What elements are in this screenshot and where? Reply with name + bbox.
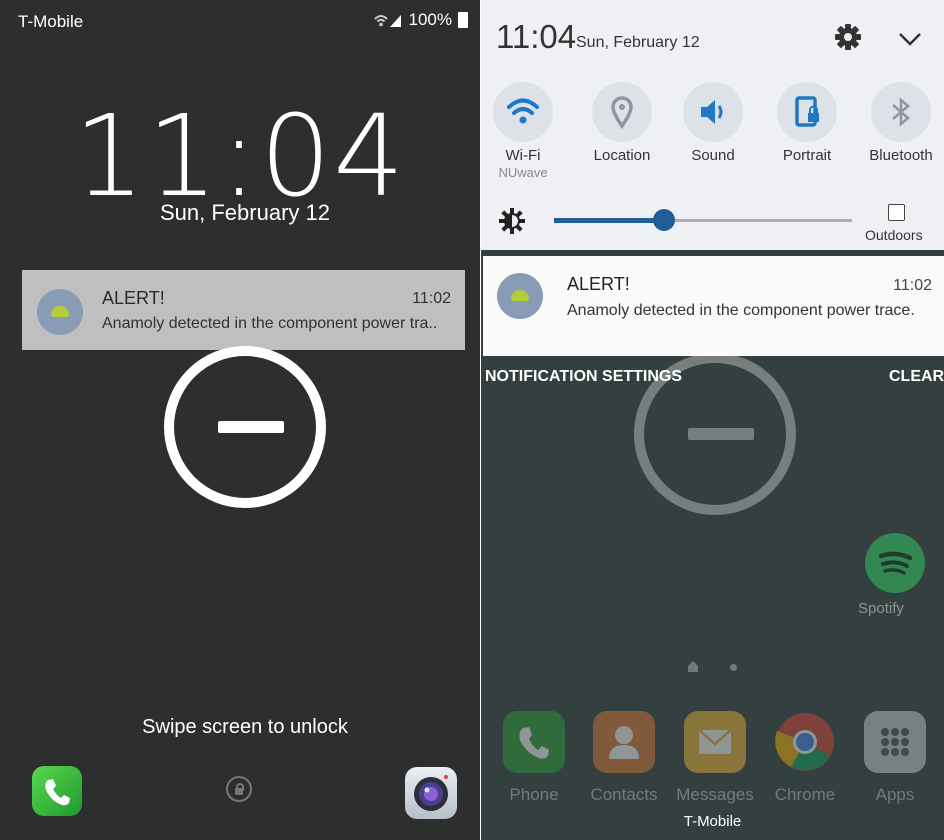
dock-label: Contacts bbox=[590, 785, 658, 804]
wifi-signal-icon bbox=[373, 15, 401, 27]
outdoors-checkbox[interactable] bbox=[888, 204, 905, 221]
notification-shade: 11:04 Sun, February 12 Wi-Fi NUwave Loca… bbox=[481, 0, 944, 840]
notification-settings-button[interactable]: NOTIFICATION SETTINGS bbox=[485, 368, 682, 386]
location-icon bbox=[611, 96, 633, 130]
spotify-icon bbox=[878, 551, 913, 575]
dock-phone-icon[interactable] bbox=[503, 711, 565, 773]
notification-title: ALERT! bbox=[567, 274, 630, 294]
notification-title: ALERT! bbox=[102, 288, 165, 308]
lock-date: Sun, February 12 bbox=[160, 200, 330, 225]
shade-date: Sun, February 12 bbox=[576, 34, 700, 51]
camera-shortcut-button[interactable] bbox=[405, 767, 457, 819]
chevron-down-icon[interactable] bbox=[895, 24, 925, 54]
tile-bluetooth[interactable]: Bluetooth bbox=[856, 82, 944, 164]
outdoors-label: Outdoors bbox=[865, 227, 923, 243]
spotify-label: Spotify bbox=[858, 600, 904, 617]
android-icon bbox=[37, 289, 83, 335]
tile-wifi[interactable]: Wi-Fi NUwave bbox=[481, 82, 568, 180]
contacts-icon bbox=[609, 726, 639, 759]
tile-label: Portrait bbox=[782, 147, 832, 164]
dock-chrome-icon[interactable] bbox=[774, 711, 836, 773]
android-icon bbox=[497, 273, 543, 319]
tile-sublabel: NUwave bbox=[498, 165, 548, 180]
notification-time: 11:02 bbox=[412, 290, 451, 307]
dock-label: Apps bbox=[875, 785, 915, 804]
sound-icon bbox=[701, 100, 723, 124]
brightness-slider-fill bbox=[554, 218, 664, 223]
apps-grid-icon bbox=[881, 728, 909, 756]
carrier-label: T-Mobile bbox=[683, 813, 742, 830]
shade-notification-card[interactable]: ALERT! 11:02 Anamoly detected in the com… bbox=[483, 256, 944, 356]
phone-shortcut-button[interactable] bbox=[32, 766, 82, 816]
dock-label: Messages bbox=[676, 785, 754, 804]
page-indicator-dot bbox=[730, 664, 737, 671]
phone-icon bbox=[519, 727, 549, 759]
portrait-lock-icon bbox=[795, 96, 819, 127]
brightness-icon bbox=[499, 208, 525, 234]
gear-icon[interactable] bbox=[833, 22, 863, 52]
dock-label: Phone bbox=[509, 785, 559, 804]
dock-apps-icon[interactable] bbox=[864, 711, 926, 773]
tile-label: Bluetooth bbox=[869, 147, 933, 164]
tile-location[interactable]: Location bbox=[577, 82, 667, 164]
chrome-icon bbox=[775, 713, 834, 771]
battery-icon bbox=[458, 12, 468, 28]
do-not-disturb-icon bbox=[164, 346, 326, 508]
carrier-label: T-Mobile bbox=[18, 12, 84, 31]
tile-sound[interactable]: Sound bbox=[668, 82, 758, 164]
lock-screen: T-Mobile 100% 11:04 Sun, February 12 ALE… bbox=[0, 0, 480, 840]
camera-icon bbox=[414, 775, 448, 811]
shade-clock: 11:04 bbox=[496, 18, 577, 55]
dock-contacts-icon[interactable] bbox=[593, 711, 655, 773]
wifi-icon bbox=[507, 98, 539, 124]
clear-button[interactable]: CLEAR bbox=[889, 368, 944, 386]
notification-body: Anamoly detected in the component power … bbox=[567, 302, 915, 319]
lock-notification-card[interactable]: ALERT! 11:02 Anamoly detected in the com… bbox=[22, 270, 465, 350]
spotify-app-icon[interactable] bbox=[865, 533, 925, 593]
tile-portrait[interactable]: Portrait bbox=[762, 82, 852, 164]
quick-settings-panel: 11:04 Sun, February 12 Wi-Fi NUwave Loca… bbox=[481, 0, 944, 250]
status-bar: 100% bbox=[373, 10, 468, 30]
notification-body: Anamoly detected in the component power … bbox=[102, 315, 438, 332]
notification-time: 11:02 bbox=[893, 277, 932, 294]
messages-icon bbox=[698, 729, 732, 754]
tile-label: Location bbox=[593, 147, 651, 164]
swipe-hint: Swipe screen to unlock bbox=[142, 716, 348, 738]
dock-label: Chrome bbox=[774, 785, 836, 804]
dock-messages-icon[interactable] bbox=[684, 711, 746, 773]
bluetooth-icon bbox=[892, 97, 910, 127]
battery-percent: 100% bbox=[408, 10, 452, 29]
phone-icon bbox=[45, 779, 70, 806]
home-page-indicator-icon bbox=[688, 661, 698, 672]
brightness-slider-thumb[interactable] bbox=[653, 209, 675, 231]
unlock-icon[interactable] bbox=[226, 776, 252, 802]
tile-label: Wi-Fi bbox=[505, 147, 541, 164]
tile-label: Sound bbox=[691, 147, 735, 164]
